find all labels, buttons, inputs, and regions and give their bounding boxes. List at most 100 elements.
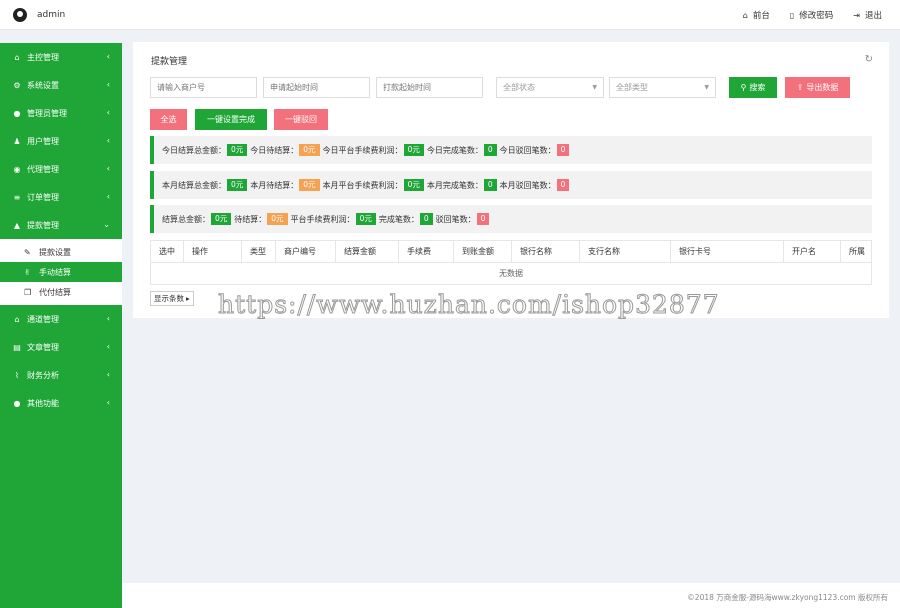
withdraw-submenu: ✎ 提款设置 ✌ 手动结算 ❐ 代付结算 (0, 239, 122, 305)
sidebar-subitem-payout-settlement[interactable]: ❐ 代付结算 (0, 282, 122, 302)
sidebar-item-system-settings[interactable]: ⚙ 系统设置 ‹ (0, 71, 122, 99)
sidebar-subitem-label: 代付结算 (39, 287, 71, 297)
stat-label: 本月驳回笔数： (499, 180, 556, 190)
pay-start-time-input[interactable] (376, 77, 483, 98)
change-password-link[interactable]: ▯ 修改密码 (790, 9, 833, 22)
stat-label: 本月平台手续费利润： (322, 180, 403, 190)
select-all-button[interactable]: 全选 (150, 109, 187, 130)
column-header[interactable]: 到账金额 (454, 241, 512, 262)
column-header[interactable]: 选中 (151, 241, 184, 262)
refresh-icon[interactable]: ↻ (865, 54, 873, 65)
chevron-left-icon: ‹ (106, 370, 110, 379)
today-done-badge: 0 (483, 144, 497, 156)
search-button[interactable]: ⚲ 搜索 (729, 77, 777, 98)
all-total-badge: 0元 (211, 213, 232, 225)
logout-label: 退出 (864, 11, 882, 21)
chevron-down-icon: ▼ (704, 84, 709, 91)
chevron-left-icon: ‹ (106, 192, 110, 201)
sidebar: ⌂ 主控管理 ‹ ⚙ 系统设置 ‹ ● 管理员管理 ‹ ♟ 用户管理 ‹ ◉ 代… (0, 43, 122, 608)
column-header[interactable]: 银行名称 (512, 241, 580, 262)
chevron-down-icon: ▼ (592, 84, 597, 91)
sidebar-item-withdraw-management[interactable]: ▲ 提款管理 ⌄ (0, 211, 122, 239)
sidebar-item-admin-management[interactable]: ● 管理员管理 ‹ (0, 99, 122, 127)
home-icon: ⌂ (14, 52, 20, 62)
all-pending-badge: 0元 (267, 213, 288, 225)
status-select[interactable]: 全部状态 ▼ (496, 77, 604, 98)
sidebar-item-user-management[interactable]: ♟ 用户管理 ‹ (0, 127, 122, 155)
clone-icon: ❐ (24, 287, 32, 297)
column-header[interactable]: 商户编号 (276, 241, 336, 262)
column-header[interactable]: 类型 (242, 241, 276, 262)
apply-start-time-input[interactable] (263, 77, 370, 98)
search-icon: ⚲ (740, 83, 747, 92)
month-profit-badge: 0元 (403, 179, 424, 191)
sidebar-item-label: 代理管理 (27, 164, 59, 174)
today-profit-badge: 0元 (403, 144, 424, 156)
sidebar-item-order-management[interactable]: ≡ 订单管理 ‹ (0, 183, 122, 211)
set-complete-label: 一键设置完成 (207, 115, 255, 124)
sidebar-item-other-features[interactable]: ● 其他功能 ‹ (0, 389, 122, 417)
sidebar-item-label: 提款管理 (27, 220, 59, 230)
footer: ©2018 万商金服-源码海www.zkyong1123.com 版权所有 (122, 583, 900, 608)
status-select-value: 全部状态 (503, 83, 535, 92)
chevron-left-icon: ‹ (106, 80, 110, 89)
sidebar-item-channel-management[interactable]: ⌂ 通道管理 ‹ (0, 305, 122, 333)
sidebar-subitem-withdraw-settings[interactable]: ✎ 提款设置 (0, 242, 122, 262)
avatar[interactable] (13, 8, 27, 22)
top-links: ⌂ 前台 ▯ 修改密码 ⇥ 退出 (742, 9, 882, 22)
page-size-label: 显示条数 (154, 294, 184, 303)
column-header[interactable]: 所属 (841, 241, 871, 262)
column-header[interactable]: 操作 (184, 241, 242, 262)
chevron-left-icon: ‹ (106, 342, 110, 351)
stat-label: 待结算： (234, 214, 267, 224)
sidebar-subitem-label: 手动结算 (39, 267, 71, 277)
handshake-icon: ✌ (24, 267, 31, 277)
column-header[interactable]: 银行卡号 (671, 241, 784, 262)
logout-icon: ⇥ (853, 10, 860, 20)
list-icon: ≡ (13, 192, 21, 202)
stat-label: 今日平台手续费利润： (322, 145, 403, 155)
reject-all-button[interactable]: 一键驳回 (274, 109, 328, 130)
month-stats: 本月结算总金额： 0元 本月待结算： 0元 本月平台手续费利润： 0元 本月完成… (150, 171, 872, 199)
stat-label: 驳回笔数： (435, 214, 476, 224)
withdraw-panel: 提款管理 ↻ 全部状态 ▼ 全部类型 ▼ ⚲ 搜索 ⇪ 导出数据 全选 一键设置… (133, 42, 889, 318)
stat-label: 完成笔数： (378, 214, 419, 224)
select-all-label: 全选 (160, 115, 177, 124)
month-pending-badge: 0元 (299, 179, 320, 191)
settlement-table: 选中 操作 类型 商户编号 结算金额 手续费 到账金额 银行名称 支行名称 银行… (150, 240, 872, 285)
home-icon: ⌂ (742, 10, 748, 20)
sidebar-item-finance-analysis[interactable]: ⌇ 财务分析 ‹ (0, 361, 122, 389)
sidebar-subitem-label: 提款设置 (39, 247, 71, 257)
sidebar-item-label: 订单管理 (27, 192, 59, 202)
sidebar-item-agent-management[interactable]: ◉ 代理管理 ‹ (0, 155, 122, 183)
sidebar-item-article-management[interactable]: ▤ 文章管理 ‹ (0, 333, 122, 361)
column-header[interactable]: 开户名 (784, 241, 841, 262)
all-rejected-badge: 0 (476, 213, 490, 225)
page-title: 提款管理 (151, 57, 188, 67)
stat-label: 本月结算总金额： (162, 180, 226, 190)
sidebar-item-dashboard[interactable]: ⌂ 主控管理 ‹ (0, 43, 122, 71)
type-select[interactable]: 全部类型 ▼ (609, 77, 716, 98)
set-complete-button[interactable]: 一键设置完成 (195, 109, 267, 130)
eye-icon: ◉ (13, 164, 21, 174)
chevron-left-icon: ‹ (106, 52, 110, 61)
page-size-select[interactable]: 显示条数 ▸ (150, 291, 194, 306)
reject-all-label: 一键驳回 (285, 115, 317, 124)
stat-label: 今日驳回笔数： (499, 145, 556, 155)
chart-icon: ⌇ (15, 370, 19, 380)
user-circle-icon: ● (13, 108, 21, 118)
home-link[interactable]: ⌂ 前台 (742, 9, 770, 22)
table-header: 选中 操作 类型 商户编号 结算金额 手续费 到账金额 银行名称 支行名称 银行… (151, 241, 871, 263)
sidebar-subitem-manual-settlement[interactable]: ✌ 手动结算 (0, 262, 122, 282)
merchant-number-input[interactable] (150, 77, 257, 98)
export-button[interactable]: ⇪ 导出数据 (785, 77, 850, 98)
stat-label: 结算总金额： (162, 214, 210, 224)
column-header[interactable]: 手续费 (399, 241, 454, 262)
logout-link[interactable]: ⇥ 退出 (853, 9, 882, 22)
all-profit-badge: 0元 (355, 213, 376, 225)
gears-icon: ⚙ (13, 80, 21, 90)
column-header[interactable]: 支行名称 (580, 241, 671, 262)
today-pending-badge: 0元 (299, 144, 320, 156)
column-header[interactable]: 结算金额 (336, 241, 399, 262)
sidebar-item-label: 文章管理 (27, 342, 59, 352)
